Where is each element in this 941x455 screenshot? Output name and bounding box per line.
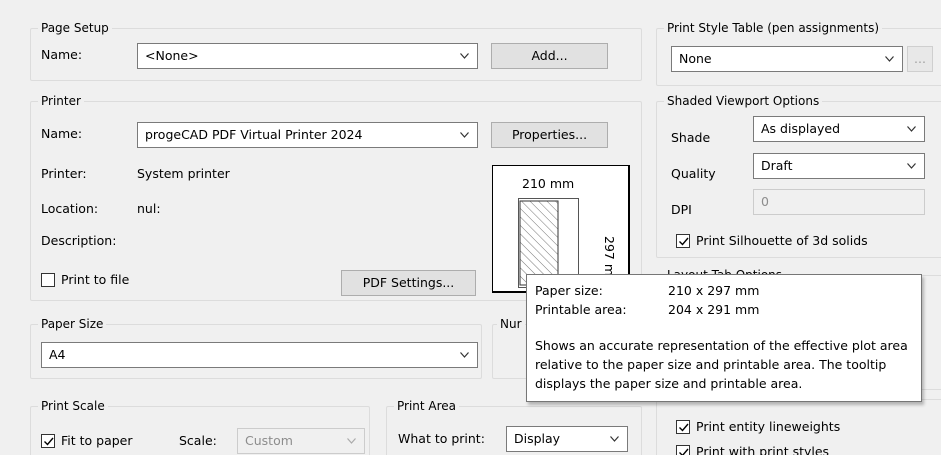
dpi-label: DPI [671, 202, 692, 217]
tooltip-printable-area-value: 204 x 291 mm [668, 302, 760, 317]
print-to-file-label[interactable]: Print to file [61, 272, 129, 288]
shade-combo[interactable]: As displayed [753, 116, 925, 142]
properties-button[interactable]: Properties... [491, 122, 608, 148]
scale-combo[interactable]: Custom [237, 428, 365, 454]
printer-value: System printer [137, 166, 230, 181]
what-to-print-label: What to print: [398, 431, 485, 446]
chevron-down-icon [885, 56, 894, 62]
paper-preview-tooltip: Paper size: 210 x 297 mm Printable area:… [526, 274, 922, 402]
print-styles-label[interactable]: Print with print styles [696, 444, 829, 455]
page-setup-name-combo[interactable]: <None> [137, 43, 478, 69]
chevron-down-icon [610, 436, 619, 442]
fit-to-paper-checkbox[interactable] [41, 434, 55, 448]
printer-name-combo[interactable]: progeCAD PDF Virtual Printer 2024 [137, 122, 478, 148]
tooltip-printable-area-label: Printable area: [535, 302, 627, 317]
chevron-down-icon [460, 53, 469, 59]
tooltip-description: Shows an accurate representation of the … [535, 338, 908, 391]
shaded-viewport-legend: Shaded Viewport Options [664, 93, 823, 109]
copies-legend: Nur [497, 316, 525, 332]
chevron-down-icon [460, 132, 469, 138]
scale-value: Custom [245, 433, 293, 448]
page-setup-name-label: Name: [41, 47, 83, 62]
chevron-down-icon [907, 163, 916, 169]
location-value: nul: [137, 201, 161, 216]
printer-label: Printer: [41, 166, 87, 181]
print-styles-checkbox[interactable] [676, 445, 690, 455]
fit-to-paper-label[interactable]: Fit to paper [61, 433, 133, 449]
paper-width-label: 210 mm [522, 176, 575, 191]
quality-combo[interactable]: Draft [753, 153, 925, 179]
print-to-file-checkbox[interactable] [41, 273, 55, 287]
location-label: Location: [41, 201, 99, 216]
page-setup-legend: Page Setup [38, 20, 112, 36]
dpi-value: 0 [761, 194, 769, 209]
printer-name-value: progeCAD PDF Virtual Printer 2024 [145, 127, 363, 142]
print-style-table-value: None [679, 51, 712, 66]
printer-legend: Printer [38, 93, 84, 109]
what-to-print-value: Display [514, 431, 561, 446]
print-style-table-combo[interactable]: None [671, 46, 903, 72]
chevron-down-icon [460, 352, 469, 358]
shade-label: Shade [671, 130, 711, 145]
pdf-settings-button[interactable]: PDF Settings... [341, 270, 476, 296]
tooltip-paper-size-label: Paper size: [535, 283, 603, 298]
printer-name-label: Name: [41, 126, 83, 141]
silhouette-label[interactable]: Print Silhouette of 3d solids [696, 233, 868, 249]
silhouette-checkbox[interactable] [676, 234, 690, 248]
paper-size-legend: Paper Size [38, 316, 107, 332]
print-scale-legend: Print Scale [38, 398, 108, 414]
what-to-print-combo[interactable]: Display [506, 426, 628, 452]
add-button[interactable]: Add... [491, 43, 608, 69]
dpi-field[interactable]: 0 [753, 189, 925, 215]
chevron-down-icon [347, 438, 356, 444]
quality-label: Quality [671, 166, 716, 181]
tooltip-paper-size-value: 210 x 297 mm [668, 283, 760, 298]
lineweights-label[interactable]: Print entity lineweights [696, 419, 840, 435]
scale-label: Scale: [179, 433, 217, 448]
paper-size-combo[interactable]: A4 [41, 342, 478, 368]
page-setup-name-value: <None> [145, 48, 199, 63]
print-style-browse-button[interactable]: ... [907, 46, 933, 72]
description-label: Description: [41, 233, 117, 248]
print-style-table-legend: Print Style Table (pen assignments) [664, 20, 883, 36]
lineweights-checkbox[interactable] [676, 420, 690, 434]
shade-value: As displayed [761, 121, 841, 136]
chevron-down-icon [907, 126, 916, 132]
quality-value: Draft [761, 158, 793, 173]
paper-size-value: A4 [49, 347, 66, 362]
print-area-legend: Print Area [394, 398, 460, 414]
